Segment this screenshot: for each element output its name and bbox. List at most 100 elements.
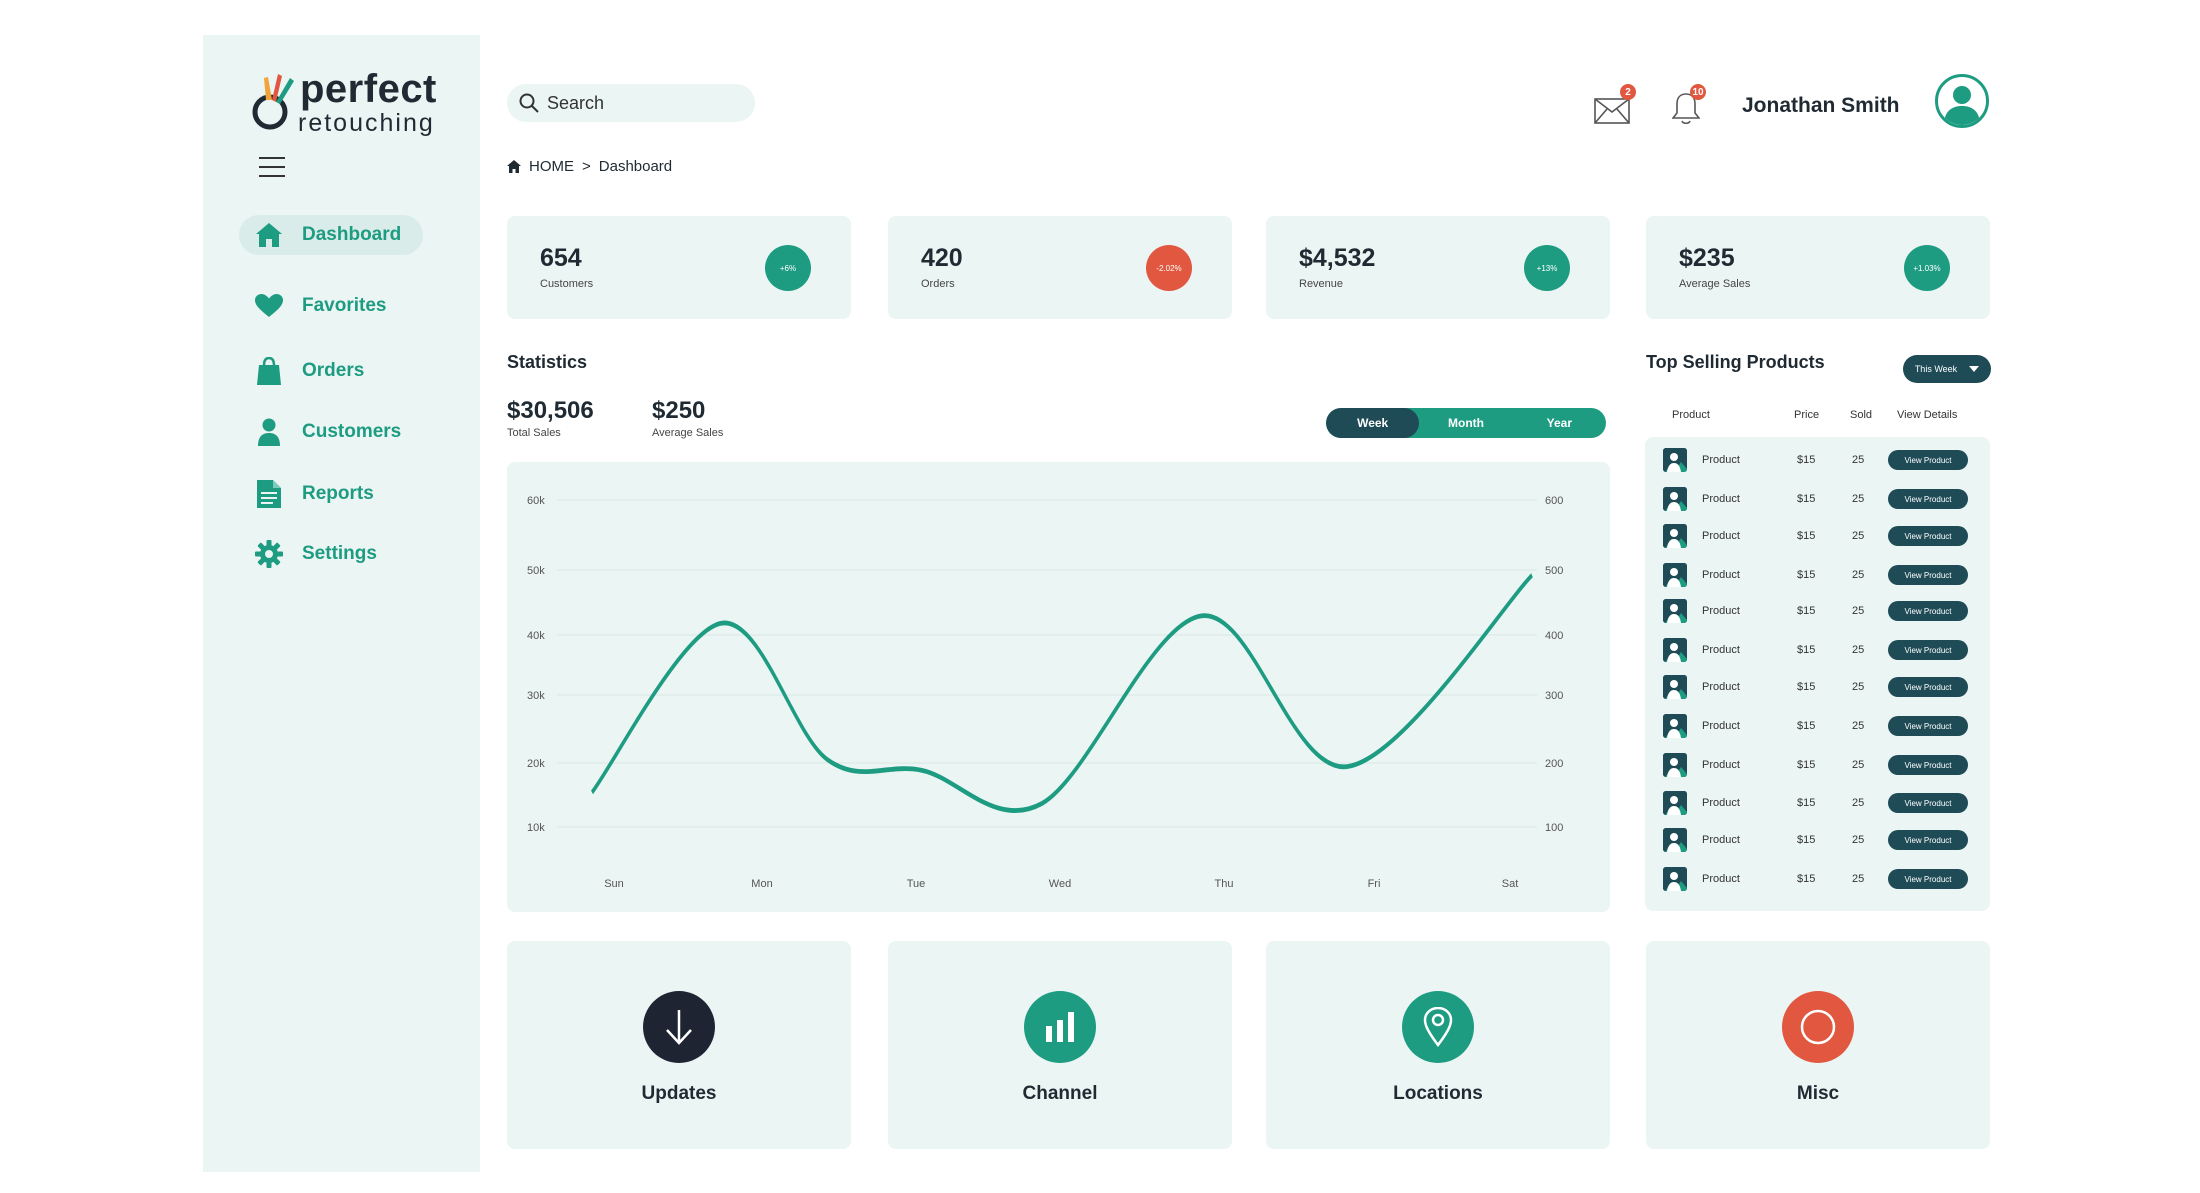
- product-sold: 25: [1852, 681, 1865, 693]
- nav-item-orders[interactable]: Orders: [239, 351, 423, 391]
- stat-card-orders[interactable]: 420 Orders -2.02%: [888, 216, 1232, 319]
- stat-label: Revenue: [1299, 278, 1344, 290]
- view-product-button[interactable]: View Product: [1888, 677, 1968, 697]
- nav-item-dashboard[interactable]: Dashboard: [239, 215, 423, 255]
- product-sold: 25: [1852, 605, 1865, 617]
- tile-updates[interactable]: Updates: [507, 941, 851, 1149]
- product-image-icon: [1663, 524, 1687, 548]
- breadcrumb: HOME > Dashboard: [507, 158, 672, 175]
- stat-value: $235: [1679, 244, 1735, 272]
- view-product-button[interactable]: View Product: [1888, 755, 1968, 775]
- x-tick-label: Tue: [907, 878, 926, 890]
- avatar[interactable]: [1935, 74, 1989, 128]
- tile-locations[interactable]: Locations: [1266, 941, 1610, 1149]
- y-left-tick-label: 40k: [527, 630, 545, 642]
- tile-misc[interactable]: Misc: [1646, 941, 1990, 1149]
- tile-channel[interactable]: Channel: [888, 941, 1232, 1149]
- product-price: $15: [1797, 454, 1816, 466]
- statistics-title: Statistics: [507, 352, 588, 372]
- product-name: Product: [1702, 644, 1740, 656]
- product-image-icon: [1663, 867, 1687, 891]
- period-filter-dropdown[interactable]: This Week: [1903, 355, 1991, 383]
- y-left-tick-label: 30k: [527, 690, 545, 702]
- search-input[interactable]: [547, 92, 737, 114]
- tile-label: Channel: [1022, 1083, 1098, 1104]
- nav-item-favorites[interactable]: Favorites: [239, 286, 423, 326]
- range-option-week[interactable]: Week: [1326, 408, 1420, 438]
- y-right-tick-label: 500: [1545, 565, 1563, 577]
- product-name: Product: [1702, 530, 1740, 542]
- stat-card-average-sales[interactable]: $235 Average Sales +1.03%: [1646, 216, 1990, 319]
- product-sold: 25: [1852, 644, 1865, 656]
- range-option-year[interactable]: Year: [1513, 408, 1606, 438]
- line-chart: 60k 600 50k 500 40k 400 30k 300 20k 200 10k 100 Sun M…: [527, 495, 1563, 890]
- product-name: Product: [1702, 569, 1740, 581]
- product-sold: 25: [1852, 569, 1865, 581]
- average-sales-label: Average Sales: [652, 427, 724, 439]
- product-name: Product: [1702, 873, 1740, 885]
- stat-change-badge: +1.03%: [1904, 245, 1950, 291]
- product-sold: 25: [1852, 873, 1865, 885]
- product-image-icon: [1663, 448, 1687, 472]
- stat-card-revenue[interactable]: $4,532 Revenue +13%: [1266, 216, 1610, 319]
- view-product-button[interactable]: View Product: [1888, 830, 1968, 850]
- heart-icon: [252, 289, 286, 323]
- product-image-icon: [1663, 599, 1687, 623]
- mail-icon: [1594, 98, 1630, 124]
- mail-button[interactable]: 2: [1594, 84, 1636, 124]
- x-tick-label: Fri: [1368, 878, 1381, 890]
- product-sold: 25: [1852, 493, 1865, 505]
- home-icon: [507, 160, 521, 173]
- breadcrumb-current: Dashboard: [598, 158, 673, 175]
- tile-label: Misc: [1796, 1083, 1840, 1104]
- period-filter-label: This Week: [1914, 364, 1958, 374]
- mail-count-badge: 2: [1620, 84, 1636, 100]
- table-row: Product $15 25 View Product: [1645, 750, 1990, 780]
- nav-label: Customers: [302, 421, 402, 442]
- table-row: Product $15 25 View Product: [1645, 825, 1990, 855]
- breadcrumb-home-link[interactable]: HOME: [529, 158, 574, 175]
- product-name: Product: [1702, 834, 1740, 846]
- total-sales-value: $30,506: [507, 397, 594, 424]
- y-left-tick-label: 20k: [527, 758, 545, 770]
- view-product-button[interactable]: View Product: [1888, 526, 1968, 546]
- view-product-button[interactable]: View Product: [1888, 716, 1968, 736]
- y-left-tick-label: 50k: [527, 565, 545, 577]
- nav-item-customers[interactable]: Customers: [239, 412, 423, 452]
- shopping-bag-icon: [252, 354, 286, 388]
- document-icon: [252, 477, 286, 511]
- stat-card-customers[interactable]: 654 Customers +6%: [507, 216, 851, 319]
- view-product-button[interactable]: View Product: [1888, 489, 1968, 509]
- view-product-button[interactable]: View Product: [1888, 640, 1968, 660]
- product-sold: 25: [1852, 720, 1865, 732]
- view-product-button[interactable]: View Product: [1888, 601, 1968, 621]
- view-product-button[interactable]: View Product: [1888, 793, 1968, 813]
- view-product-button[interactable]: View Product: [1888, 565, 1968, 585]
- product-price: $15: [1797, 493, 1816, 505]
- view-product-button[interactable]: View Product: [1888, 450, 1968, 470]
- range-option-month[interactable]: Month: [1419, 408, 1512, 438]
- product-image-icon: [1663, 675, 1687, 699]
- y-left-tick-label: 10k: [527, 822, 545, 834]
- bar-chart-icon: [1024, 991, 1096, 1063]
- notifications-button[interactable]: 10: [1672, 84, 1706, 126]
- product-image-icon: [1663, 791, 1687, 815]
- user-icon: [252, 415, 286, 449]
- brand-name: perfect: [300, 67, 437, 111]
- x-tick-label: Thu: [1215, 878, 1234, 890]
- stat-label: Customers: [540, 278, 594, 290]
- logo[interactable]: perfect retouching: [248, 67, 448, 147]
- product-image-icon: [1663, 563, 1687, 587]
- home-icon: [252, 218, 286, 252]
- stat-label: Average Sales: [1679, 278, 1751, 290]
- stat-value: 420: [921, 244, 963, 272]
- user-name[interactable]: Jonathan Smith: [1742, 94, 1900, 118]
- nav-item-reports[interactable]: Reports: [239, 474, 423, 514]
- column-header-price: Price: [1794, 409, 1820, 421]
- table-row: Product $15 25 View Product: [1645, 635, 1990, 665]
- caret-down-icon: [1969, 366, 1980, 372]
- view-product-button[interactable]: View Product: [1888, 869, 1968, 889]
- y-right-tick-label: 600: [1545, 495, 1563, 507]
- menu-toggle-icon[interactable]: [259, 157, 285, 177]
- nav-item-settings[interactable]: Settings: [239, 534, 423, 574]
